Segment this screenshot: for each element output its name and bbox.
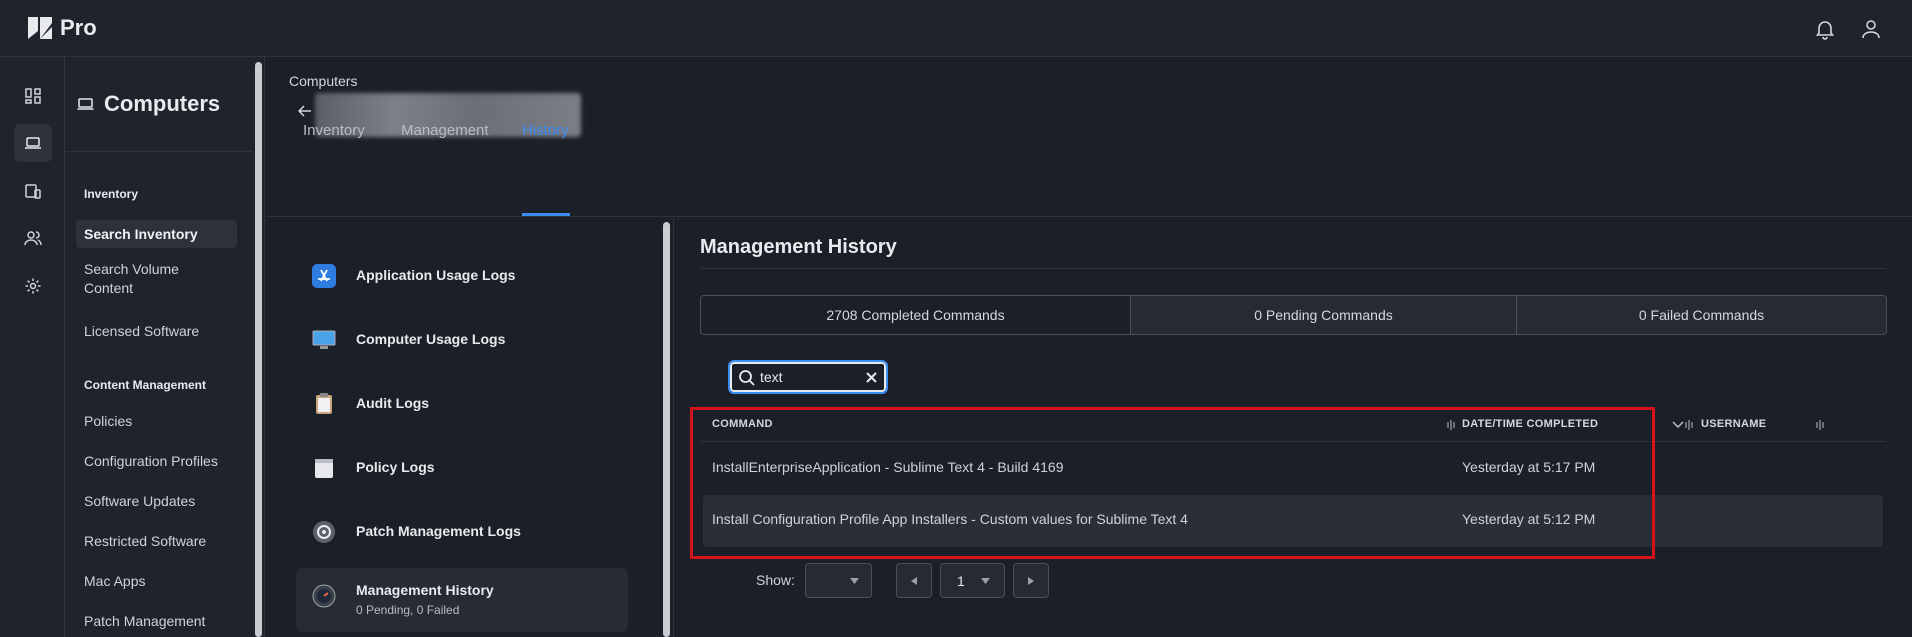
panel-title: Management History <box>700 236 897 258</box>
history-item-computer-usage-logs[interactable]: Computer Usage Logs <box>296 309 628 371</box>
tab-history[interactable]: History <box>522 122 569 139</box>
column-resize-icon[interactable] <box>1815 419 1825 431</box>
chevron-down-icon <box>981 578 990 584</box>
segment-failed-commands[interactable]: 0 Failed Commands <box>1516 295 1887 335</box>
history-item-label: Patch Management Logs <box>356 523 521 539</box>
sidebar-title: Computers <box>104 91 221 116</box>
gauge-icon <box>312 584 336 608</box>
history-item-label: Policy Logs <box>356 459 435 475</box>
segment-pending-commands[interactable]: 0 Pending Commands <box>1130 295 1517 335</box>
current-page: 1 <box>957 572 965 589</box>
history-item-audit-logs[interactable]: Audit Logs <box>296 373 628 435</box>
user-icon[interactable] <box>1859 17 1883 41</box>
chevron-right-icon <box>1028 576 1034 585</box>
page-select[interactable]: 1 <box>940 563 1005 598</box>
active-tab-indicator <box>522 213 570 216</box>
history-item-label: Application Usage Logs <box>356 267 516 283</box>
tab-management[interactable]: Management <box>401 122 489 139</box>
users-icon[interactable] <box>14 219 52 257</box>
history-item-label: Computer Usage Logs <box>356 331 506 347</box>
history-item-patch-management-logs[interactable]: Patch Management Logs <box>296 501 628 563</box>
icon-rail <box>0 57 65 637</box>
gear-badge-icon <box>312 520 336 544</box>
history-item-label: Audit Logs <box>356 395 430 411</box>
highlight-box <box>690 407 1655 559</box>
sidebar-section-content-management: Content Management <box>84 378 207 392</box>
search-input[interactable] <box>760 369 860 385</box>
sidebar-item-search-volume-content[interactable]: Search Volume Content <box>76 260 237 298</box>
logo-icon[interactable] <box>26 14 54 42</box>
previous-page-button[interactable] <box>896 563 932 598</box>
top-bar: Pro <box>0 0 1912 57</box>
segment-completed-commands[interactable]: 2708 Completed Commands <box>700 295 1131 335</box>
sidebar-item-licensed-software[interactable]: Licensed Software <box>76 322 237 341</box>
chevron-down-icon <box>850 578 859 584</box>
history-item-management-history[interactable]: Management History 0 Pending, 0 Failed <box>296 568 628 632</box>
history-item-application-usage-logs[interactable]: Application Usage Logs <box>296 245 628 307</box>
back-arrow-icon[interactable] <box>298 105 312 117</box>
computer-header: Computers <box>266 57 1912 217</box>
sidebar-section-inventory: Inventory <box>84 187 139 201</box>
sort-chevron-down-icon[interactable] <box>1672 420 1684 430</box>
monitor-icon <box>312 328 336 352</box>
sidebar-item-configuration-profiles[interactable]: Configuration Profiles <box>76 452 237 471</box>
sidebar-scrollbar[interactable] <box>252 57 265 637</box>
history-item-sublabel: 0 Pending, 0 Failed <box>356 603 460 617</box>
search-icon <box>738 369 756 387</box>
bell-icon[interactable] <box>1813 17 1837 41</box>
clipboard-icon <box>312 392 336 416</box>
history-list-scrollbar[interactable] <box>660 218 674 637</box>
computers-icon[interactable] <box>14 124 52 162</box>
settings-gear-icon[interactable] <box>14 267 52 305</box>
laptop-icon <box>77 97 94 111</box>
sidebar: Computers Inventory Search Inventory Sea… <box>65 57 252 637</box>
chevron-left-icon <box>911 576 917 585</box>
breadcrumb[interactable]: Computers <box>289 73 357 89</box>
clear-icon[interactable] <box>866 372 877 383</box>
sidebar-item-mac-apps[interactable]: Mac Apps <box>76 572 237 591</box>
column-resize-icon[interactable] <box>1684 419 1694 431</box>
history-item-label: Management History <box>356 582 494 598</box>
devices-icon[interactable] <box>14 172 52 210</box>
sidebar-item-policies[interactable]: Policies <box>76 412 237 431</box>
app-title: Pro <box>60 15 97 40</box>
sidebar-item-search-inventory[interactable]: Search Inventory <box>76 220 237 248</box>
sidebar-item-software-updates[interactable]: Software Updates <box>76 492 237 511</box>
sidebar-item-patch-management[interactable]: Patch Management <box>76 612 237 631</box>
next-page-button[interactable] <box>1013 563 1049 598</box>
divider <box>700 268 1886 269</box>
sidebar-item-restricted-software[interactable]: Restricted Software <box>76 532 237 551</box>
search-box[interactable] <box>728 360 888 394</box>
show-label: Show: <box>756 572 795 588</box>
page-size-select[interactable] <box>805 563 872 598</box>
app-store-icon <box>312 264 336 288</box>
sidebar-header: Computers <box>65 57 252 152</box>
tab-inventory[interactable]: Inventory <box>303 122 365 139</box>
column-header-username[interactable]: USERNAME <box>1701 418 1766 430</box>
history-item-policy-logs[interactable]: Policy Logs <box>296 437 628 499</box>
dashboard-icon[interactable] <box>14 77 52 115</box>
document-icon <box>312 456 336 480</box>
